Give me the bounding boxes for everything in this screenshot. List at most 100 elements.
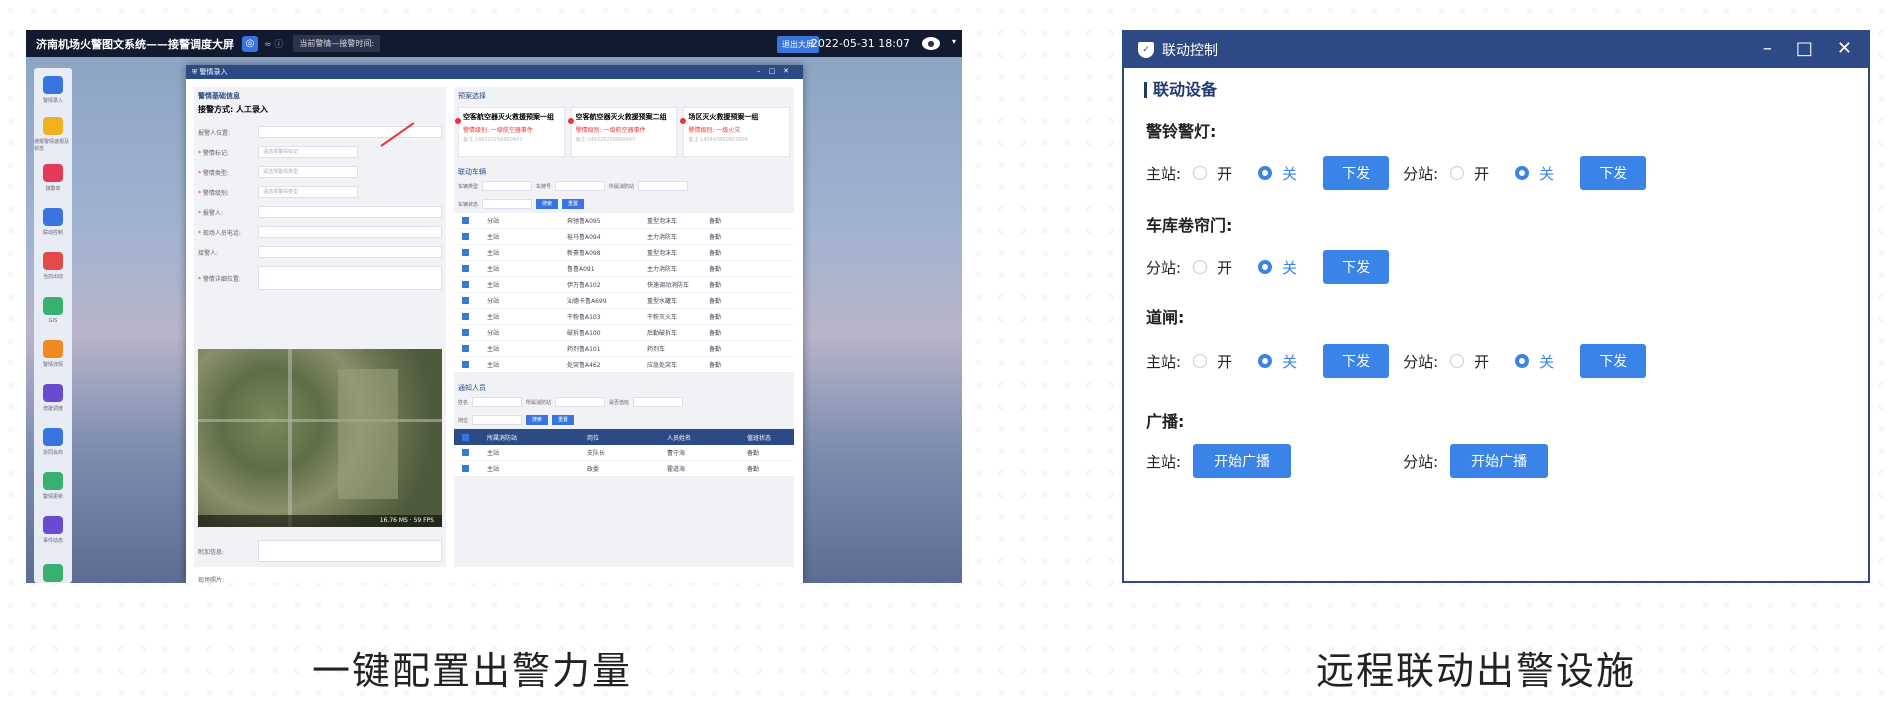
row-checkbox[interactable] [462,313,469,320]
issue-button[interactable]: 下发 [1323,156,1390,190]
plate-input[interactable] [555,181,606,191]
row-checkbox[interactable] [462,361,469,368]
app-logo-icon[interactable]: ◎ [242,35,258,52]
table-row[interactable]: 主站 伊万鲁A102 快速调动消防车 备勤 [454,277,794,293]
field-input[interactable]: 请选择警情类型 [258,166,358,178]
radio-on[interactable]: 开 [1193,163,1232,184]
table-row[interactable]: 分站 破拆鲁A100 后勤破拆车 备勤 [454,325,794,341]
sidebar-item-alarm-entry[interactable]: 警情录入 [34,68,72,112]
chevron-down-icon[interactable]: ▾ [952,37,956,46]
plan-card[interactable]: 空客航空器灭火救援预案二组 警情级别: 一级航空器事件 备注:14632025686… [567,107,678,157]
radio-button[interactable] [1193,260,1208,274]
linkage-control-window: ✓ 联动控制 – □ ✕ 联动设备 警铃警灯: 主站: 开 关 下发 分站: 开… [1122,30,1870,583]
radio-on[interactable]: 开 [1450,351,1489,372]
reset-button[interactable]: 重置 [562,199,585,209]
field-label: * 警情详细位置: [198,274,258,283]
plan-name: 空客航空器灭火救援预案二组 [575,113,667,121]
radio-button[interactable] [1193,166,1208,180]
sidebar-item-alarm-form[interactable]: 接警单 [34,156,72,200]
sidebar-item-details[interactable]: 警情详情 [34,332,72,376]
notify-station-select[interactable] [555,397,606,407]
radio-button[interactable] [1258,354,1273,368]
row-checkbox[interactable] [462,329,469,336]
row-checkbox[interactable] [462,449,469,456]
sidebar-item-events[interactable]: 事件动态 [34,508,72,552]
table-row[interactable]: 主站 政委 霍道海 备勤 [454,461,794,477]
search-button[interactable]: 搜索 [536,199,559,209]
radio-button[interactable] [1258,260,1273,274]
issue-button[interactable]: 下发 [1323,344,1390,378]
row-checkbox[interactable] [462,345,469,352]
row-checkbox[interactable] [462,217,469,224]
issue-button[interactable]: 下发 [1580,344,1647,378]
radio-off[interactable]: 关 [1515,163,1554,184]
maximize-icon[interactable]: □ [1796,38,1813,59]
field-input[interactable] [258,266,442,290]
radio-off[interactable]: 关 [1258,351,1297,372]
avatar[interactable]: ● [922,37,940,50]
radio-off[interactable]: 关 [1258,163,1297,184]
issue-button[interactable]: 下发 [1323,250,1390,284]
radio-on[interactable]: 开 [1193,257,1232,278]
wifi-icon[interactable]: ≈ ⓘ [264,37,283,50]
row-checkbox[interactable] [462,297,469,304]
extra-info-textarea[interactable] [258,540,442,562]
sidebar-item-dispatch[interactable]: 当前出动 [34,244,72,288]
notify-reset-button[interactable]: 重置 [552,415,575,425]
field-input[interactable] [258,206,442,218]
vehicle-type-select[interactable] [482,181,533,191]
row-checkbox[interactable] [462,281,469,288]
table-row[interactable]: 主站 药剂鲁A101 药剂车 备勤 [454,341,794,357]
radio-button[interactable] [1515,354,1530,368]
field-input[interactable] [258,126,442,138]
close-icon[interactable]: ✕ [1837,38,1852,59]
radio-on[interactable]: 开 [1450,163,1489,184]
table-row[interactable]: 主站 新豪鲁A098 重型泡沫车 备勤 [454,245,794,261]
radio-button[interactable] [1193,354,1208,368]
plan-card[interactable]: 空客航空器灭火救援预案一组 警情级别: 一级航空器事件 备注:14632025686… [455,107,565,157]
sidebar-item-linkage[interactable]: 联动控制 [34,200,72,244]
sidebar-item-gis[interactable]: GIS [34,288,72,332]
satellite-map[interactable]: 16.76 MS · 59 FPS [198,349,442,527]
radio-button[interactable] [1450,354,1465,368]
position-select[interactable] [472,415,523,425]
table-row[interactable]: 分站 奔驰鲁A095 重型泡沫车 备勤 [454,213,794,229]
name-input[interactable] [472,397,523,407]
field-input[interactable] [258,226,442,238]
radio-on[interactable]: 开 [1193,351,1232,372]
row-checkbox[interactable] [462,265,469,272]
row-checkbox[interactable] [462,249,469,256]
issue-button[interactable]: 下发 [1580,156,1647,190]
radio-button[interactable] [1450,166,1465,180]
notify-search-button[interactable]: 搜索 [526,415,549,425]
table-row[interactable]: 分站 汕德卡鲁A699 重型水罐车 备勤 [454,293,794,309]
vehicle-status-select[interactable] [482,199,533,209]
sidebar-item-consult[interactable]: 协同会商 [34,420,72,464]
window-controls[interactable]: –□✕ [757,67,797,75]
start-broadcast-button[interactable]: 开始广播 [1193,444,1292,478]
field-input[interactable] [258,246,442,258]
table-row[interactable]: 主站 干粉鲁A103 干粉灭火车 备勤 [454,309,794,325]
radio-button[interactable] [1515,166,1530,180]
table-row[interactable]: 主站 处突鲁A462 应急处突车 备勤 [454,357,794,373]
radio-off[interactable]: 关 [1258,257,1297,278]
minimize-icon[interactable]: – [1763,38,1772,59]
sidebar-item-more[interactable] [34,552,72,583]
table-row[interactable]: 主站 鲁鲁A091 主力消防车 备勤 [454,261,794,277]
row-checkbox[interactable] [462,233,469,240]
sidebar-item-report[interactable]: 通报警情速报及状态 [34,112,72,156]
on-duty-select[interactable] [633,397,684,407]
radio-button[interactable] [1258,166,1273,180]
start-broadcast-button[interactable]: 开始广播 [1450,444,1549,478]
select-all-checkbox[interactable] [462,433,469,441]
sidebar-item-update[interactable]: 警情更新 [34,464,72,508]
table-row[interactable]: 主站 支队长 曹守海 备勤 [454,445,794,461]
sidebar-item-reinforce[interactable]: 增援调度 [34,376,72,420]
station-select[interactable] [638,181,689,191]
plan-card[interactable]: 场区灭火救援预案一组 警情级别: 一级火灾 备注:145443860663904 [680,107,791,157]
table-row[interactable]: 主站 裕马鲁A094 主力消防车 备勤 [454,229,794,245]
field-input[interactable]: 请选择警情标记 [258,146,358,158]
radio-off[interactable]: 关 [1515,351,1554,372]
row-checkbox[interactable] [462,465,469,472]
field-input[interactable]: 请选择警情类型 [258,186,358,198]
